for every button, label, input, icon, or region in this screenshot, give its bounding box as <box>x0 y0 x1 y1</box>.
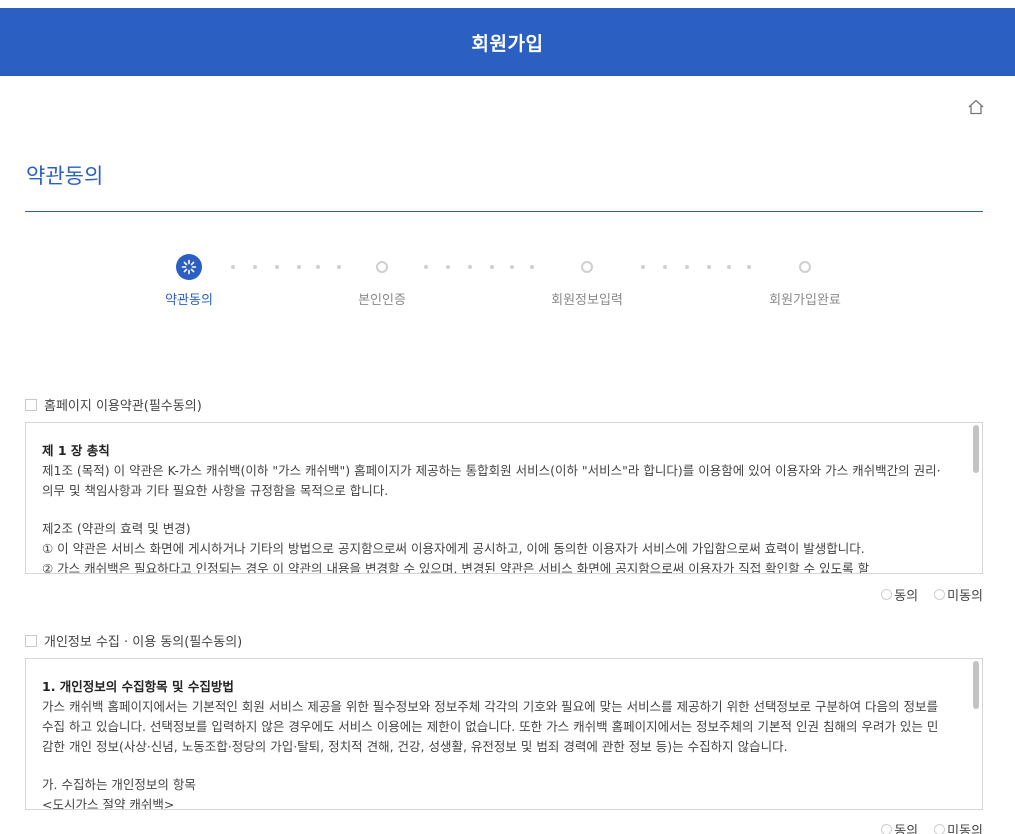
terms-agree-options: 동의 미동의 <box>881 585 983 604</box>
step-label-info: 회원정보입력 <box>551 293 623 308</box>
step-dot <box>468 265 472 269</box>
step-label-complete: 회원가입완료 <box>769 293 841 308</box>
step-dot <box>424 265 428 269</box>
step-dot <box>337 265 341 269</box>
home-icon[interactable] <box>967 98 985 116</box>
step-2-node <box>369 254 395 280</box>
header-bar: 회원가입 <box>0 8 1015 76</box>
terms-agree-label: 동의 <box>894 589 919 604</box>
step-dot <box>253 265 257 269</box>
radio-circle-icon <box>934 824 946 834</box>
radio-circle-icon <box>934 589 946 600</box>
terms-agree-radio[interactable]: 동의 <box>881 585 918 604</box>
privacy-consent-checkbox[interactable] <box>25 634 37 647</box>
privacy-disagree-label: 미동의 <box>947 824 983 834</box>
page-title: 약관동의 <box>26 164 104 188</box>
step-dot <box>747 265 751 269</box>
step-dot <box>663 265 667 269</box>
step-dot <box>446 265 450 269</box>
step-dot <box>297 265 301 269</box>
terms-text-box[interactable]: 제 1 장 총칙 제1조 (목적) 이 약관은 K-가스 캐쉬백(이하 "가스 … <box>25 422 983 574</box>
step-dot <box>490 265 494 269</box>
privacy-agree-radio[interactable]: 동의 <box>881 820 918 834</box>
step-dot <box>316 265 320 269</box>
terms-disagree-label: 미동의 <box>947 589 983 604</box>
loading-spinner-icon <box>176 254 202 280</box>
step-dot <box>510 265 514 269</box>
privacy-heading: 1. 개인정보의 수집항목 및 수집방법 <box>42 679 234 694</box>
step-3-node <box>574 254 600 280</box>
privacy-disagree-radio[interactable]: 미동의 <box>934 820 983 834</box>
privacy-paragraph: <도시가스 절약 캐쉬백> <box>42 797 175 810</box>
terms-paragraph: ② 가스 캐쉬백은 필요하다고 인정되는 경우 이 약관의 내용을 변경할 수 … <box>42 561 870 574</box>
terms-paragraph: ① 이 약관은 서비스 화면에 게시하거나 기타의 방법으로 공지함으로써 이용… <box>42 541 865 556</box>
header-title: 회원가입 <box>471 32 544 55</box>
step-4-node <box>792 254 818 280</box>
step-label-verify: 본인인증 <box>358 293 406 308</box>
terms-heading: 제 1 장 총칙 <box>42 443 110 458</box>
radio-circle-icon <box>881 589 893 600</box>
step-1-node <box>176 254 202 280</box>
terms-disagree-radio[interactable]: 미동의 <box>934 585 983 604</box>
step-dot <box>275 265 279 269</box>
privacy-paragraph: 가스 캐쉬백 홈페이지에서는 기본적인 회원 서비스 제공을 위한 필수정보와 … <box>42 699 939 754</box>
terms-consent-checkbox[interactable] <box>25 398 37 411</box>
privacy-paragraph: 가. 수집하는 개인정보의 항목 <box>42 777 196 792</box>
privacy-text-box[interactable]: 1. 개인정보의 수집항목 및 수집방법 가스 캐쉬백 홈페이지에서는 기본적인… <box>25 658 983 810</box>
step-dot <box>707 265 711 269</box>
privacy-scrollbar[interactable] <box>973 661 979 709</box>
step-progress: 약관동의 본인인증 회원정보입력 회원가입완료 <box>0 250 1015 320</box>
step-dot <box>641 265 645 269</box>
terms-consent-label: 홈페이지 이용약관(필수동의) <box>44 399 202 414</box>
terms-consent-checkbox-row[interactable]: 홈페이지 이용약관(필수동의) <box>25 395 202 414</box>
radio-circle-icon <box>881 824 893 834</box>
step-dot <box>231 265 235 269</box>
terms-paragraph: 제2조 (약관의 효력 및 변경) <box>42 521 191 536</box>
step-dot <box>530 265 534 269</box>
terms-paragraph: 제1조 (목적) 이 약관은 K-가스 캐쉬백(이하 "가스 캐쉬백") 홈페이… <box>42 463 941 498</box>
terms-scrollbar[interactable] <box>973 425 979 473</box>
privacy-consent-checkbox-row[interactable]: 개인정보 수집 · 이용 동의(필수동의) <box>25 631 242 650</box>
title-divider <box>25 211 983 212</box>
step-label-terms: 약관동의 <box>165 293 213 308</box>
step-dot <box>685 265 689 269</box>
privacy-agree-options: 동의 미동의 <box>881 820 983 834</box>
privacy-consent-label: 개인정보 수집 · 이용 동의(필수동의) <box>44 635 243 650</box>
privacy-agree-label: 동의 <box>894 824 919 834</box>
step-dot <box>727 265 731 269</box>
